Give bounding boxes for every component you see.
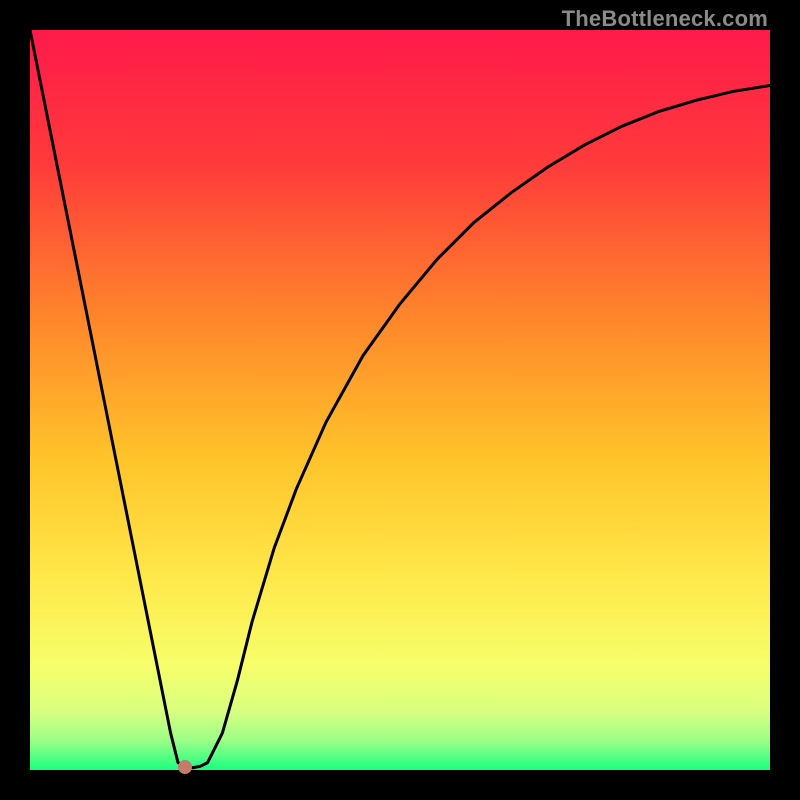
- chart-plot: [30, 30, 770, 770]
- chart-frame: [30, 30, 770, 770]
- watermark-text: TheBottleneck.com: [562, 6, 768, 32]
- gradient-background: [30, 30, 770, 770]
- curve-minimum-marker: [178, 760, 192, 774]
